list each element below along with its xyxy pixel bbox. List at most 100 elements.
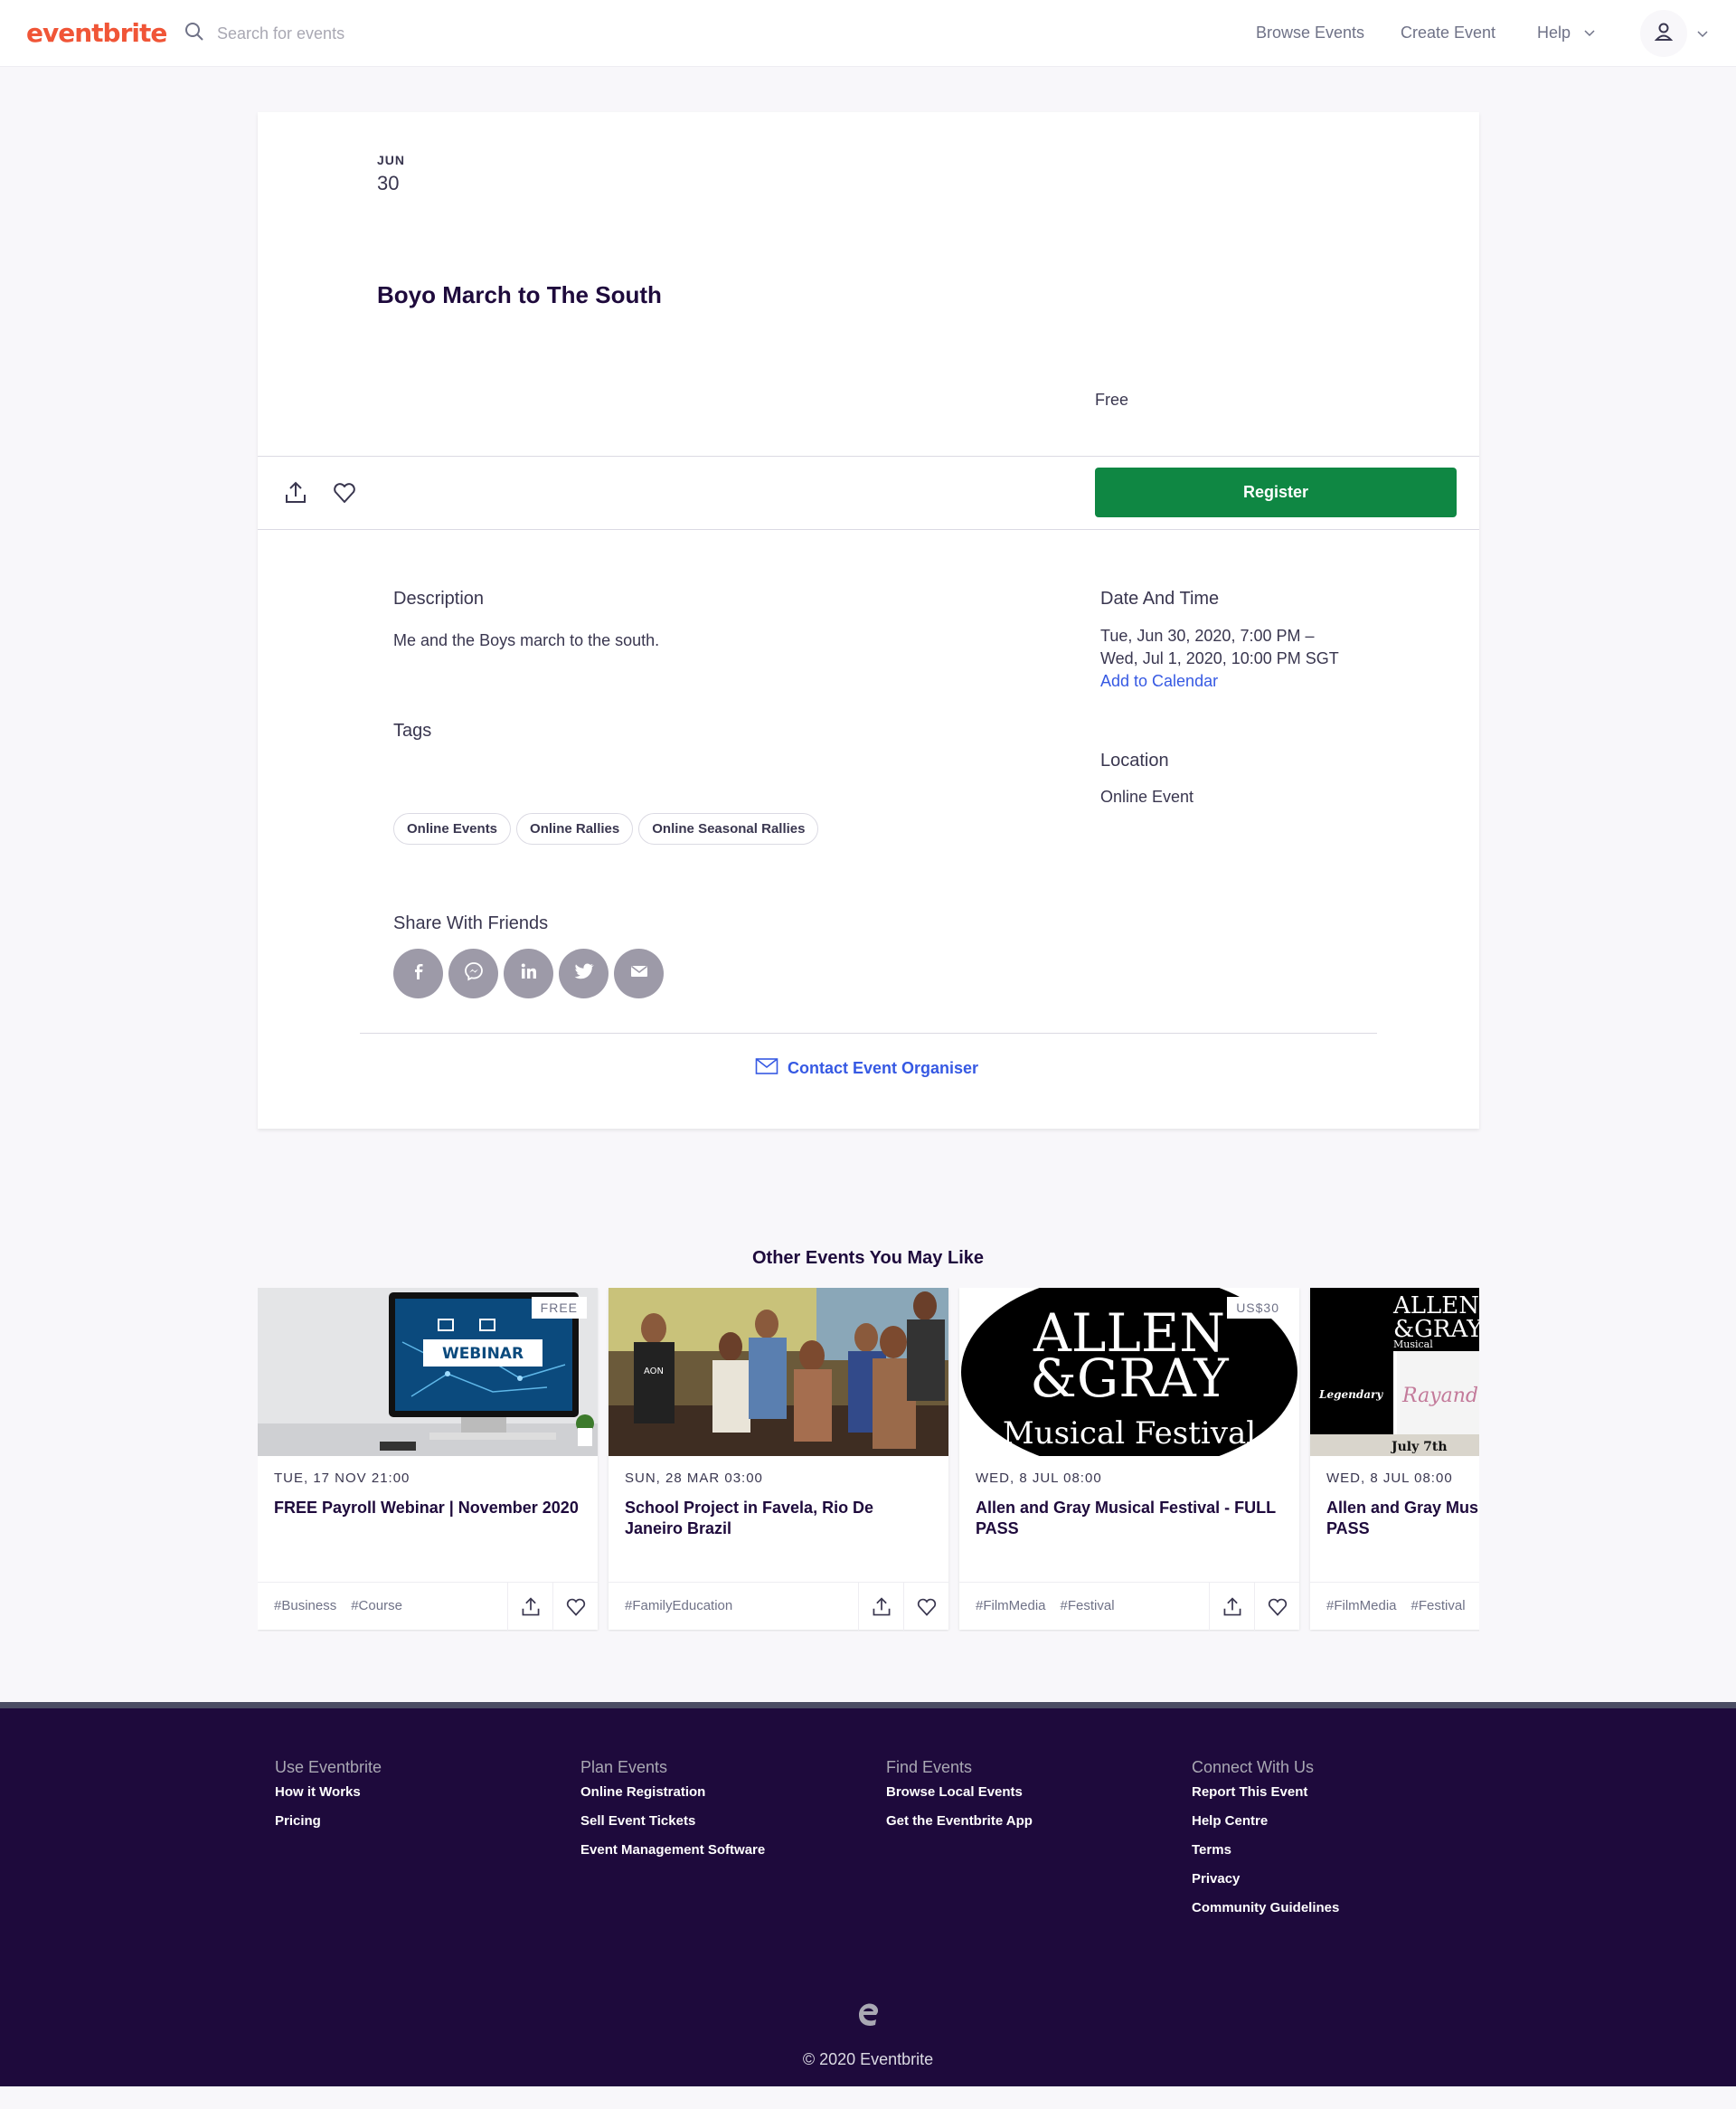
event-date: WED, 8 JUL 08:00 xyxy=(976,1471,1102,1486)
event-name[interactable]: Allen and Gray Musical Festival - FULL P… xyxy=(1326,1498,1479,1539)
event-tag[interactable]: #Course xyxy=(351,1598,402,1613)
datetime-block: Tue, Jun 30, 2020, 7:00 PM – Wed, Jul 1,… xyxy=(1100,625,1339,693)
event-price: Free xyxy=(1095,391,1129,409)
price-badge: FREE xyxy=(531,1297,587,1319)
footer-heading: Find Events xyxy=(886,1758,973,1776)
heart-icon[interactable] xyxy=(1254,1583,1299,1631)
event-tag[interactable]: #Business xyxy=(274,1598,336,1613)
event-card-2[interactable]: AON SUN, 28 MAR 03:00 School Project in … xyxy=(609,1288,948,1631)
user-icon xyxy=(1654,22,1674,46)
heart-icon[interactable] xyxy=(332,480,357,510)
linkedin-share-button[interactable] xyxy=(504,949,553,998)
eventbrite-logo[interactable]: eventbrite xyxy=(26,18,167,48)
bottom-strip xyxy=(0,2086,1736,2109)
event-card-3[interactable]: ALLEN &GRAY Musical Festival US$30 WED, … xyxy=(959,1288,1299,1631)
footer-link[interactable]: Pricing xyxy=(275,1813,382,1829)
event-tags: #FilmMedia #Festival xyxy=(976,1598,1115,1613)
description-text: Me and the Boys march to the south. xyxy=(393,631,660,649)
footer-link[interactable]: Privacy xyxy=(1192,1871,1339,1887)
contact-organiser-link[interactable]: Contact Event Organiser xyxy=(755,1057,978,1080)
event-name[interactable]: FREE Payroll Webinar | November 2020 xyxy=(274,1498,581,1518)
event-tag[interactable]: #FilmMedia xyxy=(976,1598,1046,1613)
location-heading: Location xyxy=(1100,751,1169,771)
footer-link[interactable]: Event Management Software xyxy=(580,1842,765,1858)
share-icon[interactable] xyxy=(283,480,308,510)
search-input[interactable] xyxy=(217,24,488,43)
twitter-share-button[interactable] xyxy=(559,949,609,998)
eventbrite-e-icon[interactable] xyxy=(852,1998,884,2035)
event-name[interactable]: School Project in Favela, Rio De Janeiro… xyxy=(625,1498,932,1539)
footer-col-find: Find Events Browse Local Events Get the … xyxy=(886,1758,1033,1842)
event-date: SUN, 28 MAR 03:00 xyxy=(625,1471,763,1486)
messenger-share-button[interactable] xyxy=(448,949,498,998)
signature-text: Rayand xyxy=(1401,1385,1478,1407)
event-image-webinar: WEBINAR FREE xyxy=(258,1288,598,1456)
share-buttons xyxy=(393,949,664,998)
footer-heading: Connect With Us xyxy=(1192,1758,1315,1776)
event-tag[interactable]: #FamilyEducation xyxy=(625,1598,732,1613)
tag-online-rallies[interactable]: Online Rallies xyxy=(516,813,634,845)
copyright: © 2020 Eventbrite xyxy=(802,2050,934,2068)
nav-browse-events[interactable]: Browse Events xyxy=(1256,24,1364,43)
footer-link[interactable]: Terms xyxy=(1192,1842,1339,1858)
other-events-heading: Other Events You May Like xyxy=(751,1248,984,1268)
event-footer: #FamilyEducation xyxy=(609,1582,948,1631)
footer-col-plan: Plan Events Online Registration Sell Eve… xyxy=(580,1758,765,1871)
event-month: JUN xyxy=(377,153,406,167)
share-icon[interactable] xyxy=(507,1583,552,1631)
collage-musical-text: Musical xyxy=(1393,1338,1433,1350)
footer-link[interactable]: Sell Event Tickets xyxy=(580,1813,765,1829)
footer-heading: Use Eventbrite xyxy=(275,1758,382,1776)
event-card-4[interactable]: ALLEN &GRAY Musical Legendary Rayand Jul… xyxy=(1310,1288,1479,1630)
messenger-icon xyxy=(464,961,484,986)
footer-link[interactable]: How it Works xyxy=(275,1784,382,1800)
nav-help-label: Help xyxy=(1537,24,1571,42)
add-to-calendar-link[interactable]: Add to Calendar xyxy=(1100,670,1339,693)
heart-icon[interactable] xyxy=(903,1583,948,1631)
nav-help[interactable]: Help xyxy=(1537,24,1596,43)
heart-icon[interactable] xyxy=(552,1583,598,1631)
tag-online-seasonal-rallies[interactable]: Online Seasonal Rallies xyxy=(638,813,819,845)
webinar-text: WEBINAR xyxy=(442,1345,524,1363)
event-tag[interactable]: #Festival xyxy=(1411,1598,1466,1613)
legendary-text: Legendary xyxy=(1318,1388,1383,1401)
email-icon xyxy=(630,964,648,983)
footer-link[interactable]: Community Guidelines xyxy=(1192,1900,1339,1915)
footer-link[interactable]: Help Centre xyxy=(1192,1813,1339,1829)
search-icon xyxy=(184,22,204,46)
event-name[interactable]: Allen and Gray Musical Festival - FULL P… xyxy=(976,1498,1283,1539)
event-tag[interactable]: #Festival xyxy=(1061,1598,1115,1613)
event-tags: #Business #Course xyxy=(274,1598,402,1613)
footer-col-use: Use Eventbrite How it Works Pricing xyxy=(275,1758,382,1842)
event-footer: #Business #Course xyxy=(258,1582,598,1631)
chevron-down-icon[interactable] xyxy=(1696,27,1709,43)
footer-link[interactable]: Online Registration xyxy=(580,1784,765,1800)
top-header: eventbrite Browse Events Create Event He… xyxy=(0,0,1736,67)
event-date: TUE, 17 NOV 21:00 xyxy=(274,1471,410,1486)
july-text: July 7th xyxy=(1390,1440,1448,1454)
other-events-carousel: WEBINAR FREE TUE, 17 NOV 21:00 FREE Payr… xyxy=(258,1288,1479,1631)
footer-link[interactable]: Get the Eventbrite App xyxy=(886,1813,1033,1829)
chevron-down-icon xyxy=(1583,24,1596,43)
footer-link[interactable]: Browse Local Events xyxy=(886,1784,1033,1800)
contact-organiser-label: Contact Event Organiser xyxy=(788,1059,979,1077)
tag-online-events[interactable]: Online Events xyxy=(393,813,512,845)
event-image-allen-gray: ALLEN &GRAY Musical Festival US$30 xyxy=(959,1288,1299,1456)
nav-create-event[interactable]: Create Event xyxy=(1401,24,1495,43)
register-button[interactable]: Register xyxy=(1095,468,1457,517)
share-icon[interactable] xyxy=(858,1583,903,1631)
event-day: 30 xyxy=(377,172,400,194)
email-share-button[interactable] xyxy=(614,949,664,998)
description-heading: Description xyxy=(393,589,485,609)
event-tag[interactable]: #FilmMedia xyxy=(1326,1598,1397,1613)
footer-link[interactable]: Report This Event xyxy=(1192,1784,1339,1800)
tag-list: Online Events Online Rallies Online Seas… xyxy=(393,813,819,845)
event-card-1[interactable]: WEBINAR FREE TUE, 17 NOV 21:00 FREE Payr… xyxy=(258,1288,598,1631)
share-icon[interactable] xyxy=(1209,1583,1254,1631)
event-footer: #FilmMedia #Festival xyxy=(959,1582,1299,1631)
linkedin-icon xyxy=(520,962,538,985)
avatar[interactable] xyxy=(1640,10,1687,57)
shirt-text: AON xyxy=(644,1367,664,1376)
facebook-share-button[interactable] xyxy=(393,949,443,998)
search-bar[interactable] xyxy=(184,22,488,46)
